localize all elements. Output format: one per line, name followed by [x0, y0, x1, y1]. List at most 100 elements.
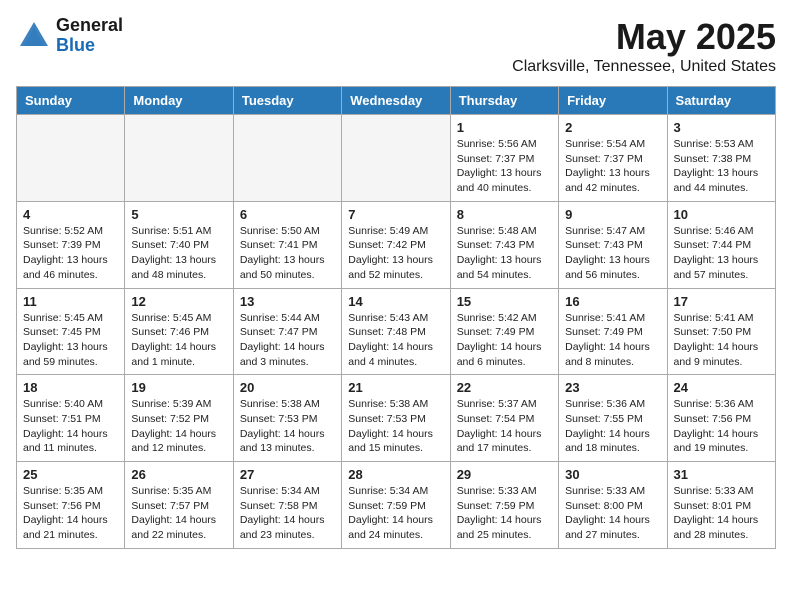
calendar-cell: 24 Sunrise: 5:36 AM Sunset: 7:56 PM Dayli… [667, 375, 775, 462]
day-info: Sunrise: 5:33 AM Sunset: 8:00 PM Dayligh… [565, 484, 660, 543]
calendar-cell: 11 Sunrise: 5:45 AM Sunset: 7:45 PM Dayli… [17, 288, 125, 375]
calendar-cell: 19 Sunrise: 5:39 AM Sunset: 7:52 PM Dayli… [125, 375, 233, 462]
location-title: Clarksville, Tennessee, United States [512, 58, 776, 76]
calendar-cell: 8 Sunrise: 5:48 AM Sunset: 7:43 PM Daylig… [450, 201, 558, 288]
week-row-3: 11 Sunrise: 5:45 AM Sunset: 7:45 PM Dayli… [17, 288, 776, 375]
day-info: Sunrise: 5:43 AM Sunset: 7:48 PM Dayligh… [348, 311, 443, 370]
day-info: Sunrise: 5:56 AM Sunset: 7:37 PM Dayligh… [457, 137, 552, 196]
day-number: 31 [674, 467, 769, 482]
day-number: 12 [131, 294, 226, 309]
day-number: 20 [240, 380, 335, 395]
day-info: Sunrise: 5:53 AM Sunset: 7:38 PM Dayligh… [674, 137, 769, 196]
week-row-5: 25Sunrise: 5:35 AM Sunset: 7:56 PM Dayli… [17, 462, 776, 549]
day-info: Sunrise: 5:47 AM Sunset: 7:43 PM Dayligh… [565, 224, 660, 283]
calendar-table: SundayMondayTuesdayWednesdayThursdayFrid… [16, 86, 776, 549]
calendar-cell: 10 Sunrise: 5:46 AM Sunset: 7:44 PM Dayli… [667, 201, 775, 288]
calendar-cell: 9 Sunrise: 5:47 AM Sunset: 7:43 PM Daylig… [559, 201, 667, 288]
day-info: Sunrise: 5:54 AM Sunset: 7:37 PM Dayligh… [565, 137, 660, 196]
day-info: Sunrise: 5:41 AM Sunset: 7:49 PM Dayligh… [565, 311, 660, 370]
calendar-cell: 13 Sunrise: 5:44 AM Sunset: 7:47 PM Dayli… [233, 288, 341, 375]
logo-text: General Blue [56, 16, 123, 56]
day-info: Sunrise: 5:34 AM Sunset: 7:59 PM Dayligh… [348, 484, 443, 543]
calendar-cell: 14Sunrise: 5:43 AM Sunset: 7:48 PM Dayli… [342, 288, 450, 375]
day-number: 13 [240, 294, 335, 309]
weekday-header-thursday: Thursday [450, 87, 558, 115]
day-number: 21 [348, 380, 443, 395]
calendar-cell [342, 115, 450, 202]
day-info: Sunrise: 5:50 AM Sunset: 7:41 PM Dayligh… [240, 224, 335, 283]
day-number: 24 [674, 380, 769, 395]
day-number: 7 [348, 207, 443, 222]
day-info: Sunrise: 5:34 AM Sunset: 7:58 PM Dayligh… [240, 484, 335, 543]
day-info: Sunrise: 5:38 AM Sunset: 7:53 PM Dayligh… [240, 397, 335, 456]
calendar-cell: 15Sunrise: 5:42 AM Sunset: 7:49 PM Dayli… [450, 288, 558, 375]
weekday-header-sunday: Sunday [17, 87, 125, 115]
calendar-cell: 2 Sunrise: 5:54 AM Sunset: 7:37 PM Daylig… [559, 115, 667, 202]
month-title: May 2025 [512, 16, 776, 58]
day-number: 27 [240, 467, 335, 482]
day-number: 9 [565, 207, 660, 222]
day-number: 11 [23, 294, 118, 309]
calendar-cell: 1 Sunrise: 5:56 AM Sunset: 7:37 PM Daylig… [450, 115, 558, 202]
calendar-cell [17, 115, 125, 202]
calendar-cell [233, 115, 341, 202]
day-number: 30 [565, 467, 660, 482]
calendar-cell: 3 Sunrise: 5:53 AM Sunset: 7:38 PM Daylig… [667, 115, 775, 202]
calendar-cell: 31 Sunrise: 5:33 AM Sunset: 8:01 PM Dayli… [667, 462, 775, 549]
calendar-cell: 4 Sunrise: 5:52 AM Sunset: 7:39 PM Daylig… [17, 201, 125, 288]
day-info: Sunrise: 5:36 AM Sunset: 7:55 PM Dayligh… [565, 397, 660, 456]
day-info: Sunrise: 5:36 AM Sunset: 7:56 PM Dayligh… [674, 397, 769, 456]
day-number: 4 [23, 207, 118, 222]
logo-blue: Blue [56, 36, 123, 56]
weekday-header-friday: Friday [559, 87, 667, 115]
day-info: Sunrise: 5:44 AM Sunset: 7:47 PM Dayligh… [240, 311, 335, 370]
day-info: Sunrise: 5:33 AM Sunset: 8:01 PM Dayligh… [674, 484, 769, 543]
day-number: 17 [674, 294, 769, 309]
day-number: 15 [457, 294, 552, 309]
day-number: 16 [565, 294, 660, 309]
calendar-cell: 7 Sunrise: 5:49 AM Sunset: 7:42 PM Daylig… [342, 201, 450, 288]
calendar-cell: 21 Sunrise: 5:38 AM Sunset: 7:53 PM Dayli… [342, 375, 450, 462]
day-info: Sunrise: 5:48 AM Sunset: 7:43 PM Dayligh… [457, 224, 552, 283]
day-info: Sunrise: 5:51 AM Sunset: 7:40 PM Dayligh… [131, 224, 226, 283]
calendar-cell: 17 Sunrise: 5:41 AM Sunset: 7:50 PM Dayli… [667, 288, 775, 375]
day-info: Sunrise: 5:41 AM Sunset: 7:50 PM Dayligh… [674, 311, 769, 370]
day-info: Sunrise: 5:40 AM Sunset: 7:51 PM Dayligh… [23, 397, 118, 456]
week-row-4: 18Sunrise: 5:40 AM Sunset: 7:51 PM Dayli… [17, 375, 776, 462]
day-number: 2 [565, 120, 660, 135]
day-number: 3 [674, 120, 769, 135]
day-number: 8 [457, 207, 552, 222]
calendar-cell: 30 Sunrise: 5:33 AM Sunset: 8:00 PM Dayli… [559, 462, 667, 549]
day-number: 6 [240, 207, 335, 222]
calendar-cell: 27 Sunrise: 5:34 AM Sunset: 7:58 PM Dayli… [233, 462, 341, 549]
day-info: Sunrise: 5:33 AM Sunset: 7:59 PM Dayligh… [457, 484, 552, 543]
day-number: 10 [674, 207, 769, 222]
day-number: 19 [131, 380, 226, 395]
logo-general: General [56, 16, 123, 36]
calendar-cell: 25Sunrise: 5:35 AM Sunset: 7:56 PM Dayli… [17, 462, 125, 549]
day-number: 1 [457, 120, 552, 135]
day-number: 26 [131, 467, 226, 482]
day-info: Sunrise: 5:49 AM Sunset: 7:42 PM Dayligh… [348, 224, 443, 283]
day-info: Sunrise: 5:35 AM Sunset: 7:57 PM Dayligh… [131, 484, 226, 543]
day-info: Sunrise: 5:39 AM Sunset: 7:52 PM Dayligh… [131, 397, 226, 456]
page-header: General Blue May 2025 Clarksville, Tenne… [16, 16, 776, 76]
week-row-1: 1 Sunrise: 5:56 AM Sunset: 7:37 PM Daylig… [17, 115, 776, 202]
day-info: Sunrise: 5:35 AM Sunset: 7:56 PM Dayligh… [23, 484, 118, 543]
day-info: Sunrise: 5:38 AM Sunset: 7:53 PM Dayligh… [348, 397, 443, 456]
calendar-cell: 6 Sunrise: 5:50 AM Sunset: 7:41 PM Daylig… [233, 201, 341, 288]
day-info: Sunrise: 5:46 AM Sunset: 7:44 PM Dayligh… [674, 224, 769, 283]
logo-icon [16, 18, 52, 54]
day-info: Sunrise: 5:45 AM Sunset: 7:45 PM Dayligh… [23, 311, 118, 370]
day-info: Sunrise: 5:37 AM Sunset: 7:54 PM Dayligh… [457, 397, 552, 456]
day-number: 28 [348, 467, 443, 482]
title-area: May 2025 Clarksville, Tennessee, United … [512, 16, 776, 76]
week-row-2: 4 Sunrise: 5:52 AM Sunset: 7:39 PM Daylig… [17, 201, 776, 288]
weekday-header-tuesday: Tuesday [233, 87, 341, 115]
weekday-header-wednesday: Wednesday [342, 87, 450, 115]
day-number: 29 [457, 467, 552, 482]
day-number: 23 [565, 380, 660, 395]
day-number: 22 [457, 380, 552, 395]
day-info: Sunrise: 5:52 AM Sunset: 7:39 PM Dayligh… [23, 224, 118, 283]
calendar-cell: 18Sunrise: 5:40 AM Sunset: 7:51 PM Dayli… [17, 375, 125, 462]
